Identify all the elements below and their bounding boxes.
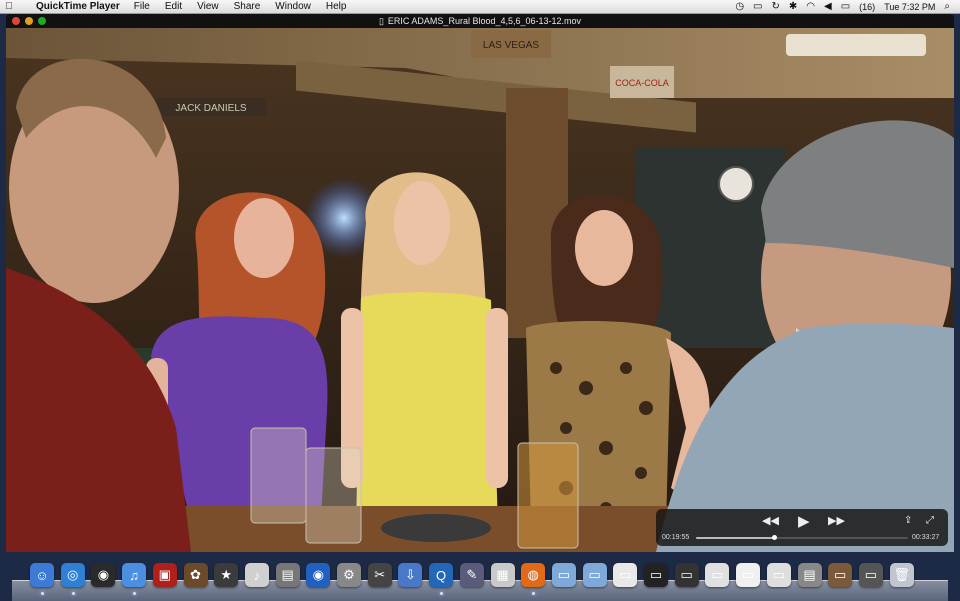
- dock-dashboard-icon[interactable]: ◉: [91, 563, 116, 587]
- remaining-time: 00:33:27: [912, 534, 940, 541]
- dock-window-1-icon[interactable]: ▭: [613, 563, 638, 587]
- menu-clock[interactable]: Tue 7:32 PM: [884, 2, 935, 12]
- ashtray: [381, 514, 491, 542]
- window-title: ERIC ADAMS_Rural Blood_4,5,6_06-13-12.mo…: [387, 16, 582, 26]
- video-scene: JACK DANIELS LAS VEGAS COCA-COLA: [6, 28, 954, 552]
- dock-compressor-icon[interactable]: ✎: [459, 563, 484, 587]
- player-controls: ◀◀ ▶ ▶▶ ⇪ ⤢ 00:19:55 00:33:27: [656, 509, 948, 546]
- menu-extras: ◷ ▭ ↻ ✱ ◠ ◀ ▭ (16) Tue 7:32 PM ⌕: [735, 1, 960, 12]
- dock-window-3-icon[interactable]: ▭: [674, 563, 699, 587]
- scrubber-knob[interactable]: [772, 535, 778, 540]
- time-machine-icon[interactable]: ◷: [735, 1, 744, 12]
- dock-imovie-icon[interactable]: ★: [214, 563, 239, 587]
- menu-share[interactable]: Share: [234, 1, 261, 12]
- menu-file[interactable]: File: [134, 1, 150, 12]
- window-titlebar[interactable]: ▯ ERIC ADAMS_Rural Blood_4,5,6_06-13-12.…: [6, 14, 954, 28]
- minimize-button[interactable]: [25, 17, 33, 25]
- dock-garageband-icon[interactable]: ♪: [244, 563, 269, 587]
- beer-glass-3: [517, 442, 579, 549]
- dock-downloader-icon[interactable]: ⇩: [398, 563, 423, 587]
- volume-icon[interactable]: ◀: [824, 1, 832, 12]
- dock-window-2-icon[interactable]: ▭: [644, 563, 668, 587]
- dock-firefox-icon[interactable]: ◍: [521, 563, 546, 587]
- dock-photo-booth-icon[interactable]: ▣: [152, 563, 177, 587]
- dock-window-4-icon[interactable]: ▭: [705, 563, 730, 587]
- battery-percent[interactable]: (16): [859, 2, 875, 12]
- bluetooth-icon[interactable]: ✱: [789, 1, 797, 12]
- rewind-button[interactable]: ◀◀: [762, 514, 779, 527]
- dock-running-indicator: [41, 592, 44, 595]
- sign-jack-text: JACK DANIELS: [175, 103, 246, 114]
- dock-finder-icon[interactable]: ☺: [30, 563, 54, 587]
- sync-icon[interactable]: ↻: [772, 1, 780, 12]
- dock-documents-folder-icon[interactable]: ▭: [582, 563, 607, 587]
- fullscreen-icon[interactable]: ⤢: [926, 515, 934, 526]
- scrubber-fill: [696, 537, 775, 539]
- battery-icon[interactable]: ▭: [841, 1, 850, 12]
- menu-app-name[interactable]: QuickTime Player: [36, 1, 120, 12]
- dock-safari-icon[interactable]: ◎: [60, 563, 85, 587]
- beer-glass-1: [250, 427, 307, 524]
- menu-edit[interactable]: Edit: [165, 1, 182, 12]
- fast-forward-button[interactable]: ▶▶: [828, 514, 845, 527]
- menu-bar:  QuickTime Player File Edit View Share …: [0, 0, 960, 14]
- dock-itunes-icon[interactable]: ♫: [122, 563, 147, 587]
- document-icon: ▯: [378, 15, 384, 26]
- dock-system-preferences-icon[interactable]: ⚙: [337, 563, 361, 587]
- dock-final-cut-icon[interactable]: ✂: [367, 563, 392, 587]
- dock-window-8-icon[interactable]: ▭: [828, 563, 853, 587]
- dock-applications-folder-icon[interactable]: ▭: [551, 563, 576, 587]
- spotlight-icon[interactable]: ⌕: [944, 1, 950, 12]
- video-frame[interactable]: JACK DANIELS LAS VEGAS COCA-COLA: [6, 28, 954, 552]
- dock-trash-icon[interactable]: 🗑: [889, 563, 914, 587]
- ceiling-fan: [786, 34, 926, 56]
- dock-running-indicator: [71, 592, 75, 595]
- play-button[interactable]: ▶: [798, 512, 810, 530]
- close-button[interactable]: [12, 17, 20, 25]
- scrubber-track[interactable]: [696, 535, 908, 540]
- menu-help[interactable]: Help: [326, 1, 347, 12]
- dock-window-7-icon[interactable]: ▤: [797, 563, 822, 587]
- share-icon[interactable]: ⇪: [904, 515, 912, 526]
- sign-vegas-text: LAS VEGAS: [483, 40, 539, 51]
- dock-window-5-icon[interactable]: ▭: [736, 563, 761, 587]
- display-icon[interactable]: ▭: [753, 1, 762, 12]
- window-controls: [12, 17, 46, 25]
- dock-window-6-icon[interactable]: ▭: [766, 563, 791, 587]
- dock-image-capture-icon[interactable]: ▤: [275, 563, 300, 587]
- wifi-icon[interactable]: ◠: [806, 1, 815, 12]
- dock-quicktime-icon[interactable]: Q: [429, 563, 454, 587]
- zoom-button[interactable]: [38, 17, 46, 25]
- menu-window[interactable]: Window: [275, 1, 311, 12]
- wall-clock: [718, 166, 754, 202]
- sign-coke-text: COCA-COLA: [615, 78, 669, 88]
- dock-dvd-player-icon[interactable]: ◉: [306, 563, 331, 587]
- dock-window-9-icon[interactable]: ▭: [858, 563, 883, 587]
- beer-glass-2: [305, 447, 362, 544]
- dock-preview-icon[interactable]: ▦: [490, 563, 515, 587]
- elapsed-time: 00:19:55: [662, 534, 690, 541]
- menu-view[interactable]: View: [197, 1, 219, 12]
- apple-icon[interactable]: : [0, 1, 18, 12]
- dock-iphoto-icon[interactable]: ✿: [183, 563, 208, 587]
